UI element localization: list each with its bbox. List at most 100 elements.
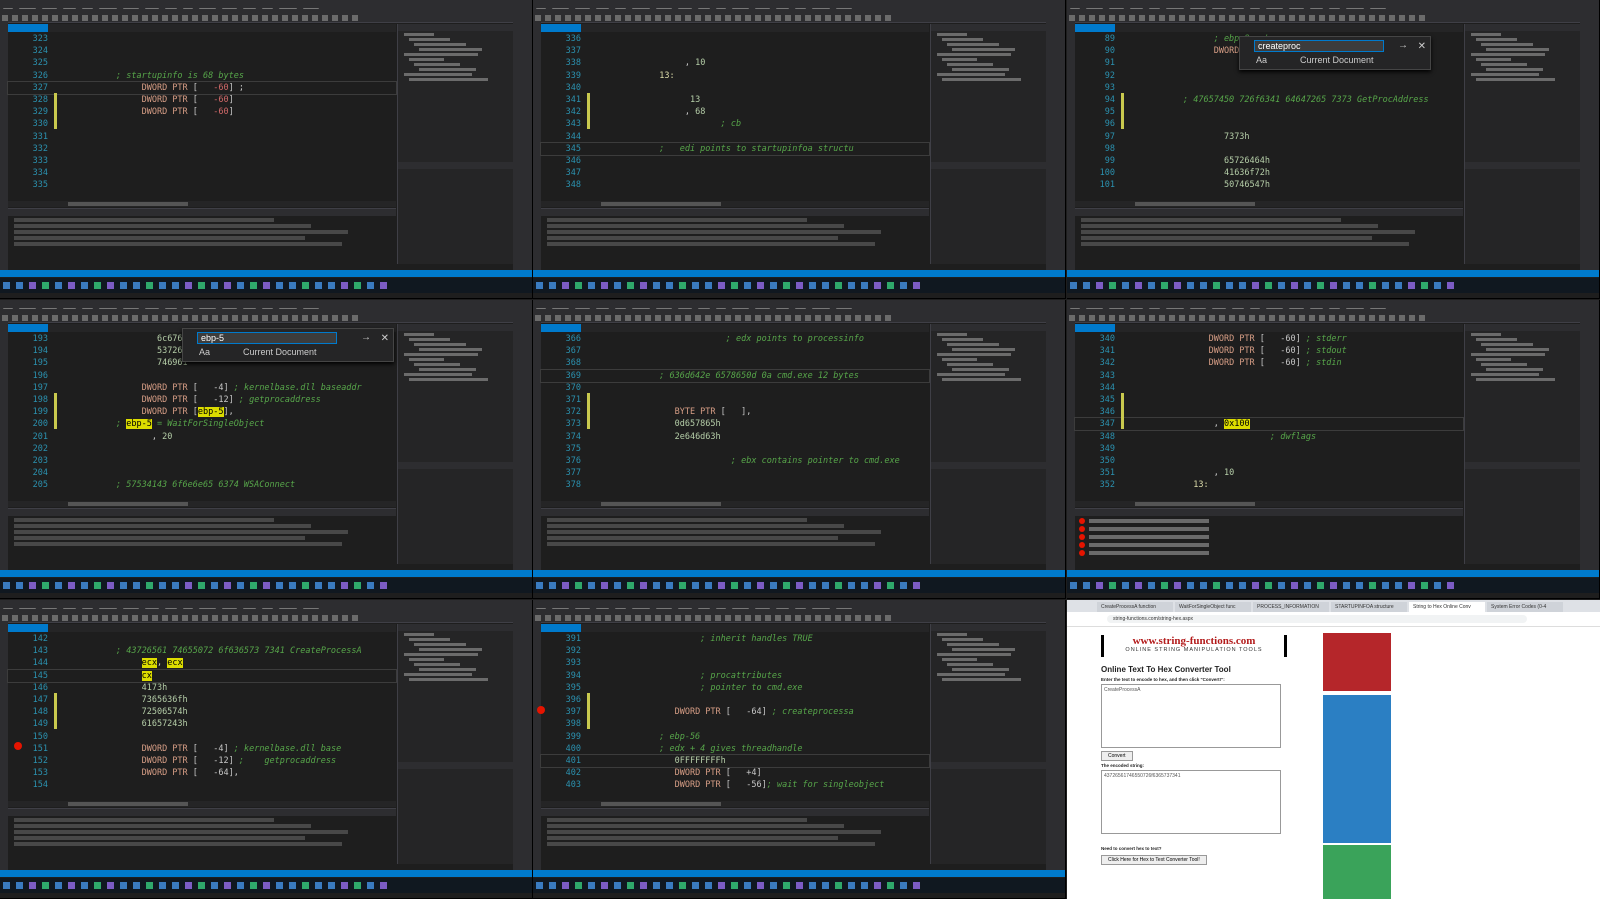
solution-tree-item[interactable] <box>409 338 450 341</box>
solution-tree-item[interactable] <box>952 348 1015 351</box>
toolbar-icon[interactable] <box>1399 15 1405 21</box>
toolbar-icon[interactable] <box>142 15 148 21</box>
toolbar-icon[interactable] <box>865 315 871 321</box>
toolbar-icon[interactable] <box>1159 315 1165 321</box>
toolbar-icon[interactable] <box>1099 15 1105 21</box>
toolbar-icon[interactable] <box>675 15 681 21</box>
taskbar-app-icon[interactable] <box>1330 282 1337 289</box>
taskbar-app-icon[interactable] <box>198 882 205 889</box>
toolbar-icon[interactable] <box>212 615 218 621</box>
error-row[interactable] <box>1079 534 1459 540</box>
toolbar-icon[interactable] <box>32 15 38 21</box>
scroll-thumb[interactable] <box>68 802 188 806</box>
taskbar-app-icon[interactable] <box>276 882 283 889</box>
toolbar-icon[interactable] <box>1229 315 1235 321</box>
taskbar-app-icon[interactable] <box>185 882 192 889</box>
toolbar-icon[interactable] <box>1409 315 1415 321</box>
toolbar-icon[interactable] <box>102 315 108 321</box>
taskbar-app-icon[interactable] <box>250 582 257 589</box>
taskbar-app-icon[interactable] <box>367 282 374 289</box>
taskbar-app-icon[interactable] <box>120 882 127 889</box>
url-field[interactable]: string-functions.com/string-hex.aspx <box>1107 615 1527 623</box>
toolbar-icon[interactable] <box>192 615 198 621</box>
taskbar-app-icon[interactable] <box>549 882 556 889</box>
toolbar-icon[interactable] <box>1389 15 1395 21</box>
toolbar-icon[interactable] <box>675 615 681 621</box>
toolbar-icon[interactable] <box>132 15 138 21</box>
toolbar-icon[interactable] <box>1339 15 1345 21</box>
taskbar-app-icon[interactable] <box>1252 282 1259 289</box>
toolbar-icon[interactable] <box>1149 15 1155 21</box>
toolbar-icon[interactable] <box>1329 15 1335 21</box>
solution-tree-item[interactable] <box>947 663 993 666</box>
error-row[interactable] <box>1079 550 1459 556</box>
taskbar-app-icon[interactable] <box>1187 582 1194 589</box>
toolbar-icon[interactable] <box>775 15 781 21</box>
taskbar-app-icon[interactable] <box>1161 282 1168 289</box>
taskbar-app-icon[interactable] <box>55 582 62 589</box>
toolbar-icon[interactable] <box>212 315 218 321</box>
solution-tree-item[interactable] <box>942 358 977 361</box>
toolbar-icon[interactable] <box>795 315 801 321</box>
toolbar-icon[interactable] <box>685 615 691 621</box>
solution-tree-item[interactable] <box>419 368 476 371</box>
solution-tree-item[interactable] <box>409 678 488 681</box>
solution-tree-item[interactable] <box>942 658 977 661</box>
browser-tab[interactable]: PROCESS_INFORMATION <box>1253 602 1329 612</box>
taskbar-app-icon[interactable] <box>783 282 790 289</box>
solution-tree-item[interactable] <box>947 343 999 346</box>
toolbar-icon[interactable] <box>1289 15 1295 21</box>
taskbar-app-icon[interactable] <box>146 882 153 889</box>
taskbar-app-icon[interactable] <box>1135 282 1142 289</box>
taskbar-app-icon[interactable] <box>315 882 322 889</box>
browser-tab[interactable]: STARTUPINFOA structure <box>1331 602 1407 612</box>
toolbar-icon[interactable] <box>1179 15 1185 21</box>
solution-tree-item[interactable] <box>942 378 1021 381</box>
taskbar-app-icon[interactable] <box>211 282 218 289</box>
toolbar-icon[interactable] <box>1299 15 1305 21</box>
taskbar-app-icon[interactable] <box>653 582 660 589</box>
toolbar-icon[interactable] <box>252 15 258 21</box>
taskbar-app-icon[interactable] <box>1265 282 1272 289</box>
toolbar-icon[interactable] <box>122 615 128 621</box>
taskbar-app-icon[interactable] <box>146 582 153 589</box>
toolbar-icon[interactable] <box>62 315 68 321</box>
toolbar-icon[interactable] <box>755 615 761 621</box>
toolbar-icon[interactable] <box>172 15 178 21</box>
scroll-thumb[interactable] <box>601 502 721 506</box>
taskbar-app-icon[interactable] <box>55 882 62 889</box>
toolbar-icon[interactable] <box>745 615 751 621</box>
taskbar-app-icon[interactable] <box>1226 582 1233 589</box>
arrow-right-icon[interactable]: → <box>361 332 371 343</box>
taskbar-app-icon[interactable] <box>107 282 114 289</box>
toolbar-icon[interactable] <box>725 315 731 321</box>
solution-tree-item[interactable] <box>414 343 466 346</box>
solution-tree-item[interactable] <box>419 348 482 351</box>
taskbar-app-icon[interactable] <box>562 882 569 889</box>
toolbar-icon[interactable] <box>745 15 751 21</box>
taskbar-app-icon[interactable] <box>1447 282 1454 289</box>
solution-tree-item[interactable] <box>952 68 1009 71</box>
toolbar-icon[interactable] <box>1259 315 1265 321</box>
toolbar-icon[interactable] <box>22 615 28 621</box>
solution-tree-item[interactable] <box>1476 38 1517 41</box>
taskbar-app-icon[interactable] <box>1200 582 1207 589</box>
toolbar-icon[interactable] <box>1279 315 1285 321</box>
solution-tree-item[interactable] <box>404 73 472 76</box>
taskbar-app-icon[interactable] <box>68 882 75 889</box>
toolbar-icon[interactable] <box>665 315 671 321</box>
toolbar-icon[interactable] <box>202 615 208 621</box>
taskbar-app-icon[interactable] <box>1369 282 1376 289</box>
sidebar-ad-block[interactable] <box>1323 633 1391 691</box>
taskbar-app-icon[interactable] <box>250 882 257 889</box>
toolbar-icon[interactable] <box>282 315 288 321</box>
taskbar-app-icon[interactable] <box>55 282 62 289</box>
taskbar-app-icon[interactable] <box>1083 282 1090 289</box>
taskbar-app-icon[interactable] <box>705 582 712 589</box>
toolbar-icon[interactable] <box>1169 315 1175 321</box>
toolbar-icon[interactable] <box>192 315 198 321</box>
toolbar-icon[interactable] <box>765 615 771 621</box>
toolbar-icon[interactable] <box>282 15 288 21</box>
taskbar-app-icon[interactable] <box>1395 582 1402 589</box>
toolbar-icon[interactable] <box>72 615 78 621</box>
